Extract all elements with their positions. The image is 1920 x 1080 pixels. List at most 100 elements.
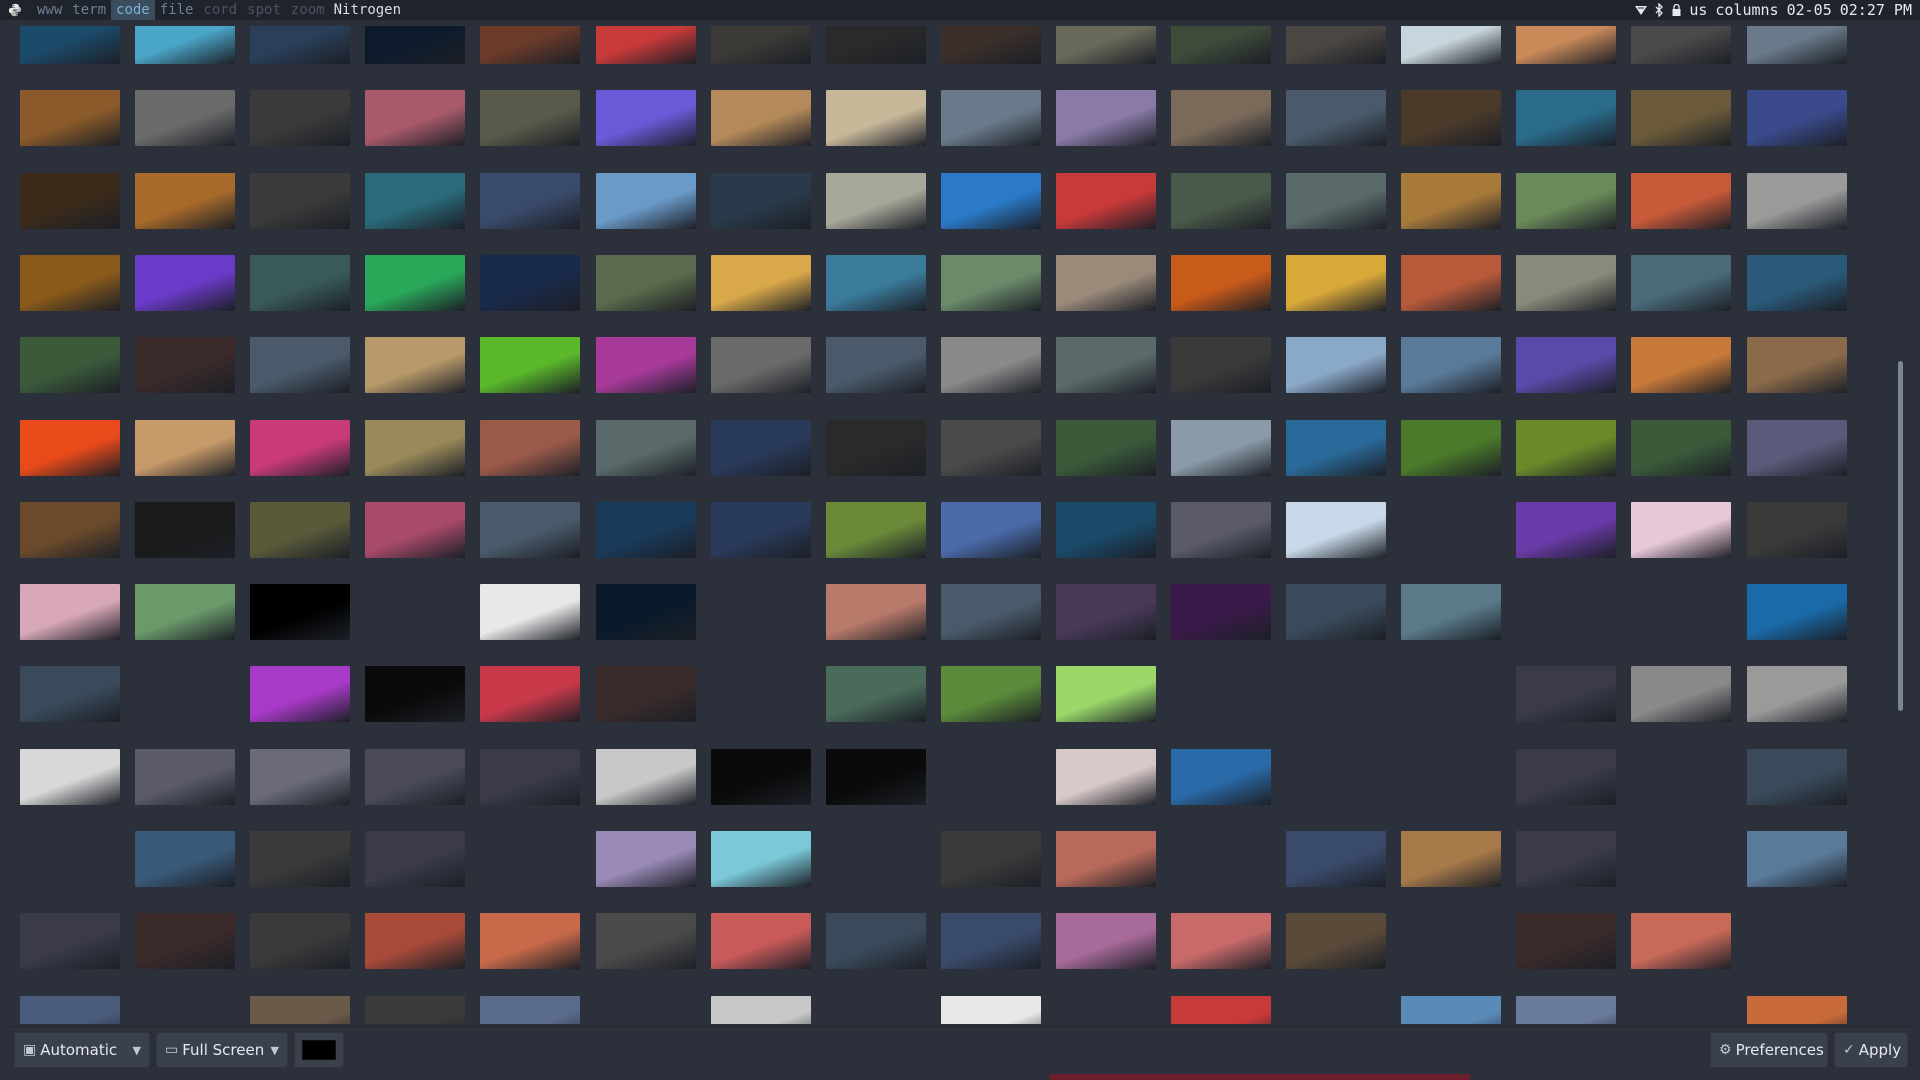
wallpaper-thumbnail[interactable] xyxy=(941,90,1041,146)
wallpaper-thumbnail[interactable] xyxy=(1516,26,1616,64)
wallpaper-thumbnail[interactable] xyxy=(1631,255,1731,311)
wallpaper-thumbnail[interactable] xyxy=(1516,996,1616,1024)
wallpaper-thumbnail[interactable] xyxy=(1056,666,1156,722)
wallpaper-thumbnail[interactable] xyxy=(941,913,1041,969)
workspace-cord[interactable]: cord xyxy=(198,0,242,20)
wallpaper-thumbnail[interactable] xyxy=(1056,420,1156,476)
wifi-icon[interactable] xyxy=(1635,4,1648,16)
wallpaper-thumbnail[interactable] xyxy=(596,26,696,64)
wallpaper-thumbnail[interactable] xyxy=(1171,420,1271,476)
wallpaper-thumbnail[interactable] xyxy=(711,913,811,969)
wallpaper-thumbnail[interactable] xyxy=(826,502,926,558)
wallpaper-thumbnail[interactable] xyxy=(480,255,580,311)
wallpaper-thumbnail[interactable] xyxy=(1056,26,1156,64)
wallpaper-thumbnail[interactable] xyxy=(1286,913,1386,969)
wallpaper-thumbnail[interactable] xyxy=(135,584,235,640)
wallpaper-thumbnail[interactable] xyxy=(1401,255,1501,311)
wallpaper-thumbnail[interactable] xyxy=(596,913,696,969)
workspace-code[interactable]: code xyxy=(111,0,155,20)
wallpaper-thumbnail[interactable] xyxy=(711,420,811,476)
wallpaper-thumbnail[interactable] xyxy=(365,90,465,146)
wallpaper-thumbnail[interactable] xyxy=(250,913,350,969)
wallpaper-thumbnail[interactable] xyxy=(1401,666,1501,722)
wallpaper-thumbnail[interactable] xyxy=(826,337,926,393)
wallpaper-thumbnail[interactable] xyxy=(1056,913,1156,969)
wallpaper-thumbnail[interactable] xyxy=(135,749,235,805)
wallpaper-thumbnail[interactable] xyxy=(1516,913,1616,969)
wallpaper-thumbnail[interactable] xyxy=(1516,749,1616,805)
wallpaper-thumbnail[interactable] xyxy=(1747,831,1847,887)
wallpaper-thumbnail[interactable] xyxy=(480,173,580,229)
wallpaper-thumbnail[interactable] xyxy=(1747,666,1847,722)
wallpaper-thumbnail[interactable] xyxy=(1747,90,1847,146)
wallpaper-thumbnail[interactable] xyxy=(1401,831,1501,887)
wallpaper-thumbnail[interactable] xyxy=(1171,913,1271,969)
wallpaper-thumbnail[interactable] xyxy=(480,337,580,393)
wallpaper-thumbnail[interactable] xyxy=(1171,666,1271,722)
background-color-button[interactable] xyxy=(294,1032,344,1068)
wallpaper-thumbnail[interactable] xyxy=(135,502,235,558)
wallpaper-thumbnail[interactable] xyxy=(365,831,465,887)
wallpaper-thumbnail[interactable] xyxy=(20,996,120,1024)
wallpaper-thumbnail[interactable] xyxy=(365,749,465,805)
wallpaper-thumbnail[interactable] xyxy=(596,666,696,722)
wallpaper-thumbnail[interactable] xyxy=(596,90,696,146)
lock-icon[interactable] xyxy=(1672,4,1681,16)
wallpaper-thumbnail[interactable] xyxy=(480,420,580,476)
wallpaper-thumbnail[interactable] xyxy=(480,913,580,969)
wallpaper-thumbnail[interactable] xyxy=(596,173,696,229)
wallpaper-thumbnail[interactable] xyxy=(1747,584,1847,640)
wallpaper-thumbnail[interactable] xyxy=(365,255,465,311)
wallpaper-thumbnail[interactable] xyxy=(1286,831,1386,887)
wallpaper-thumbnail[interactable] xyxy=(1056,337,1156,393)
wallpaper-thumbnail[interactable] xyxy=(250,26,350,64)
wallpaper-thumbnail[interactable] xyxy=(135,26,235,64)
workspace-www[interactable]: www xyxy=(32,0,67,20)
wallpaper-thumbnail[interactable] xyxy=(480,996,580,1024)
wallpaper-thumbnail[interactable] xyxy=(135,666,235,722)
wallpaper-thumbnail[interactable] xyxy=(1401,337,1501,393)
wallpaper-thumbnail[interactable] xyxy=(1056,996,1156,1024)
wallpaper-thumbnail[interactable] xyxy=(1631,502,1731,558)
wallpaper-thumbnail[interactable] xyxy=(1747,996,1847,1024)
wallpaper-thumbnail[interactable] xyxy=(20,666,120,722)
wallpaper-thumbnail[interactable] xyxy=(1631,337,1731,393)
wallpaper-thumbnail[interactable] xyxy=(250,996,350,1024)
wallpaper-thumbnail[interactable] xyxy=(826,913,926,969)
workspace-file[interactable]: file xyxy=(155,0,199,20)
wallpaper-thumbnail[interactable] xyxy=(1056,831,1156,887)
wallpaper-thumbnail[interactable] xyxy=(1171,584,1271,640)
wallpaper-thumbnail[interactable] xyxy=(250,420,350,476)
wallpaper-thumbnail[interactable] xyxy=(20,502,120,558)
wallpaper-thumbnail[interactable] xyxy=(135,996,235,1024)
layout-mode[interactable]: columns xyxy=(1715,1,1778,19)
wallpaper-thumbnail[interactable] xyxy=(1401,90,1501,146)
wallpaper-thumbnail[interactable] xyxy=(941,337,1041,393)
wallpaper-thumbnail[interactable] xyxy=(941,666,1041,722)
wallpaper-thumbnail[interactable] xyxy=(941,502,1041,558)
wallpaper-thumbnail[interactable] xyxy=(480,584,580,640)
wallpaper-thumbnail[interactable] xyxy=(1171,337,1271,393)
wallpaper-thumbnail[interactable] xyxy=(1286,666,1386,722)
wallpaper-thumbnail[interactable] xyxy=(365,913,465,969)
wallpaper-thumbnail[interactable] xyxy=(826,749,926,805)
wallpaper-thumbnail[interactable] xyxy=(20,749,120,805)
wallpaper-thumbnail[interactable] xyxy=(1631,666,1731,722)
wallpaper-thumbnail[interactable] xyxy=(1171,502,1271,558)
wallpaper-thumbnail[interactable] xyxy=(826,173,926,229)
wallpaper-thumbnail[interactable] xyxy=(135,913,235,969)
wallpaper-thumbnail[interactable] xyxy=(826,584,926,640)
wallpaper-thumbnail[interactable] xyxy=(1631,420,1731,476)
wallpaper-thumbnail[interactable] xyxy=(365,996,465,1024)
wallpaper-thumbnail[interactable] xyxy=(941,584,1041,640)
wallpaper-thumbnail[interactable] xyxy=(20,255,120,311)
wallpaper-thumbnail[interactable] xyxy=(1401,996,1501,1024)
wallpaper-thumbnail[interactable] xyxy=(1286,90,1386,146)
wallpaper-thumbnail[interactable] xyxy=(1747,913,1847,969)
wallpaper-thumbnail[interactable] xyxy=(1056,749,1156,805)
wallpaper-thumbnail[interactable] xyxy=(1747,749,1847,805)
wallpaper-thumbnail[interactable] xyxy=(250,749,350,805)
wallpaper-thumbnail[interactable] xyxy=(250,90,350,146)
wallpaper-thumbnail[interactable] xyxy=(1171,26,1271,64)
wallpaper-thumbnail[interactable] xyxy=(20,913,120,969)
